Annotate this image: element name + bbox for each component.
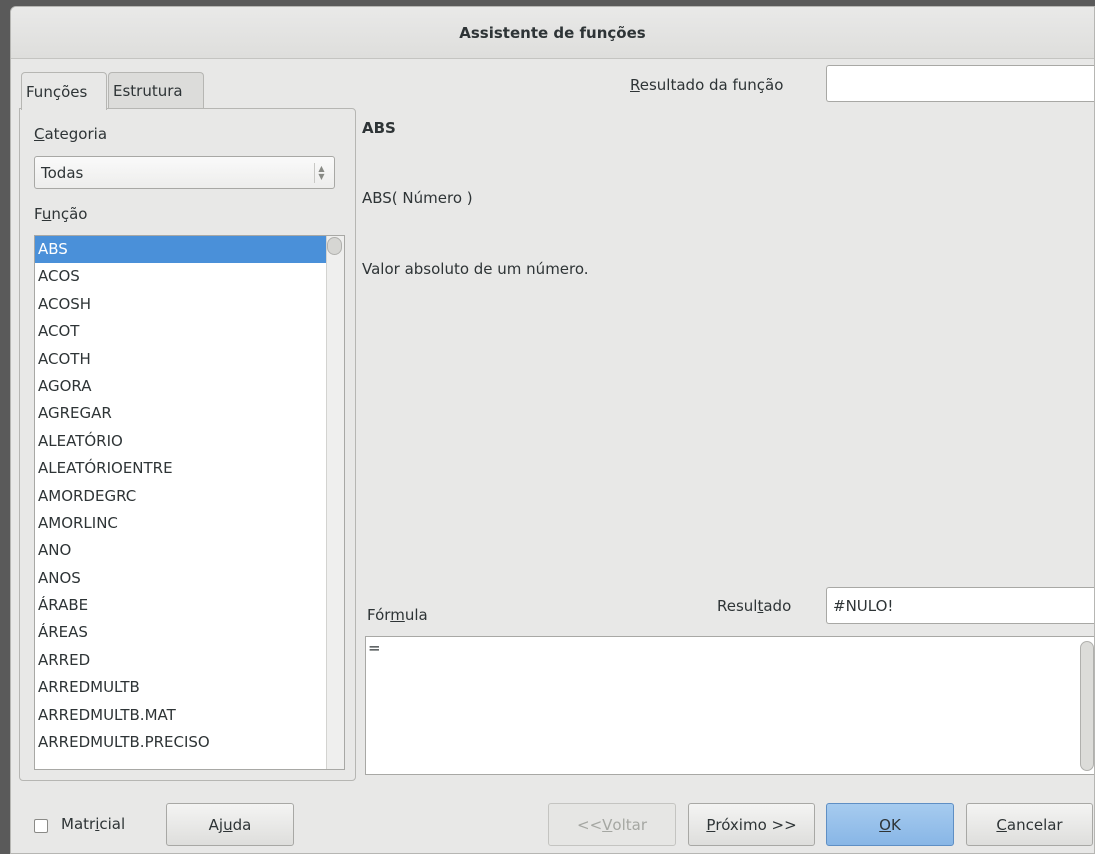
function-list-item[interactable]: ÁRABE — [35, 592, 327, 619]
help-button[interactable]: Aj u da — [166, 803, 294, 846]
formula-label: Fórmula — [367, 606, 428, 624]
function-list-scrollbar[interactable] — [326, 236, 344, 769]
function-list-item[interactable]: ARREDMULTB — [35, 674, 327, 701]
function-list-item[interactable]: ÁREAS — [35, 619, 327, 646]
category-label: Categoria — [34, 125, 108, 143]
function-wizard-dialog: Assistente de funções Funções Estrutura … — [10, 6, 1095, 854]
function-list-item[interactable]: AGREGAR — [35, 400, 327, 427]
function-list-item[interactable]: ARREDMULTB.MAT — [35, 702, 327, 729]
function-list-item[interactable]: AGORA — [35, 373, 327, 400]
result-label: Resultado — [717, 597, 792, 615]
function-description: Valor absoluto de um número. — [362, 260, 589, 278]
function-list-item[interactable]: ARRED — [35, 647, 327, 674]
matrix-label[interactable]: Matricial — [61, 815, 125, 833]
dialog-title: Assistente de funções — [459, 23, 646, 42]
function-list-item[interactable]: ACOTH — [35, 346, 327, 373]
title-bar[interactable]: Assistente de funções — [11, 7, 1094, 59]
function-list-item[interactable]: ANOS — [35, 565, 327, 592]
result-value: #NULO! — [833, 596, 894, 615]
category-select[interactable]: Todas ▲ ▼ — [34, 156, 335, 189]
function-list-item[interactable]: ANO — [35, 537, 327, 564]
scrollbar-thumb[interactable] — [327, 237, 342, 255]
next-button[interactable]: Próximo >> — [688, 803, 815, 846]
formula-scrollbar[interactable] — [1080, 641, 1094, 771]
function-list-item[interactable]: ALEATÓRIO — [35, 428, 327, 455]
dialog-content: Funções Estrutura Categoria Todas ▲ ▼ Fun… — [11, 60, 1094, 853]
tab-structure[interactable]: Estrutura — [108, 72, 204, 108]
tab-structure-label: Estrutura — [113, 81, 183, 100]
result-field[interactable]: #NULO! — [826, 587, 1094, 624]
back-button[interactable]: << Voltar — [548, 803, 676, 846]
function-list-item[interactable]: AMORLINC — [35, 510, 327, 537]
tab-functions[interactable]: Funções — [21, 72, 107, 110]
functions-panel: Categoria Todas ▲ ▼ Função ABS ACOS ACOSH AC… — [19, 108, 356, 781]
function-label: Função — [34, 205, 88, 223]
category-value: Todas — [41, 163, 84, 182]
function-result-field[interactable] — [826, 65, 1094, 102]
spin-arrows-icon[interactable]: ▲ ▼ — [314, 163, 328, 183]
function-list-item[interactable]: AMORDEGRC — [35, 483, 327, 510]
formula-editor[interactable]: = — [365, 636, 1094, 775]
function-name: ABS — [362, 119, 396, 137]
matrix-checkbox[interactable] — [34, 819, 48, 833]
function-list-item[interactable]: ACOT — [35, 318, 327, 345]
function-list-item[interactable]: ABS — [35, 236, 327, 264]
tab-functions-label: Funções — [26, 82, 88, 101]
function-result-label: Resultado da função — [630, 76, 784, 94]
function-list-item[interactable]: ARREDMULTB.PRECISO — [35, 729, 327, 756]
function-list-item[interactable]: ALEATÓRIOENTRE — [35, 455, 327, 482]
function-list[interactable]: ABS ACOS ACOSH ACOT ACOTH AGORA AGREGAR ALEATÓR… — [34, 235, 345, 770]
function-signature: ABS( Número ) — [362, 189, 473, 207]
ok-button[interactable]: OK — [826, 803, 954, 846]
formula-text: = — [368, 639, 381, 657]
function-list-item[interactable]: ACOSH — [35, 291, 327, 318]
cancel-button[interactable]: Cancelar — [966, 803, 1093, 846]
function-list-item[interactable]: ACOS — [35, 263, 327, 290]
